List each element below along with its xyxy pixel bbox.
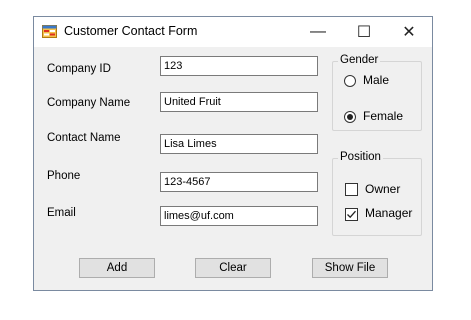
phone-label: Phone [47,170,81,182]
gender-group: Gender Male Female [332,54,422,131]
app-form-icon [42,25,57,38]
manager-checkbox[interactable] [345,208,358,221]
company-id-field[interactable]: 123 [160,56,318,76]
checkmark-icon [347,210,356,219]
owner-checkbox-label[interactable]: Owner [365,182,400,196]
owner-checkbox[interactable] [345,183,358,196]
window-title: Customer Contact Form [64,24,198,38]
company-name-label: Company Name [47,97,131,109]
email-label: Email [47,207,76,219]
close-button[interactable]: ✕ [387,17,431,47]
female-radio-selected-dot [347,114,353,120]
female-radio-label[interactable]: Female [363,109,403,123]
contact-name-field[interactable]: Lisa Limes [160,134,318,154]
female-radio[interactable] [344,111,356,123]
manager-checkbox-label[interactable]: Manager [365,206,412,220]
maximize-button[interactable]: ☐ [342,17,386,47]
male-radio[interactable] [344,75,356,87]
show-file-button[interactable]: Show File [312,258,388,278]
gender-group-title: Gender [338,54,381,66]
contact-name-label: Contact Name [47,132,121,144]
position-group-title: Position [338,151,383,163]
email-field[interactable]: limes@uf.com [160,206,318,226]
male-radio-label[interactable]: Male [363,73,389,87]
phone-field[interactable]: 123-4567 [160,172,318,192]
title-bar[interactable]: Customer Contact Form — ☐ ✕ [34,17,432,47]
company-id-label: Company ID [47,63,111,75]
minimize-button[interactable]: — [296,17,340,47]
position-group: Position Owner Manager [332,151,422,236]
company-name-field[interactable]: United Fruit [160,92,318,112]
clear-button[interactable]: Clear [195,258,271,278]
form-window: Customer Contact Form — ☐ ✕ Company ID C… [33,16,433,291]
add-button[interactable]: Add [79,258,155,278]
